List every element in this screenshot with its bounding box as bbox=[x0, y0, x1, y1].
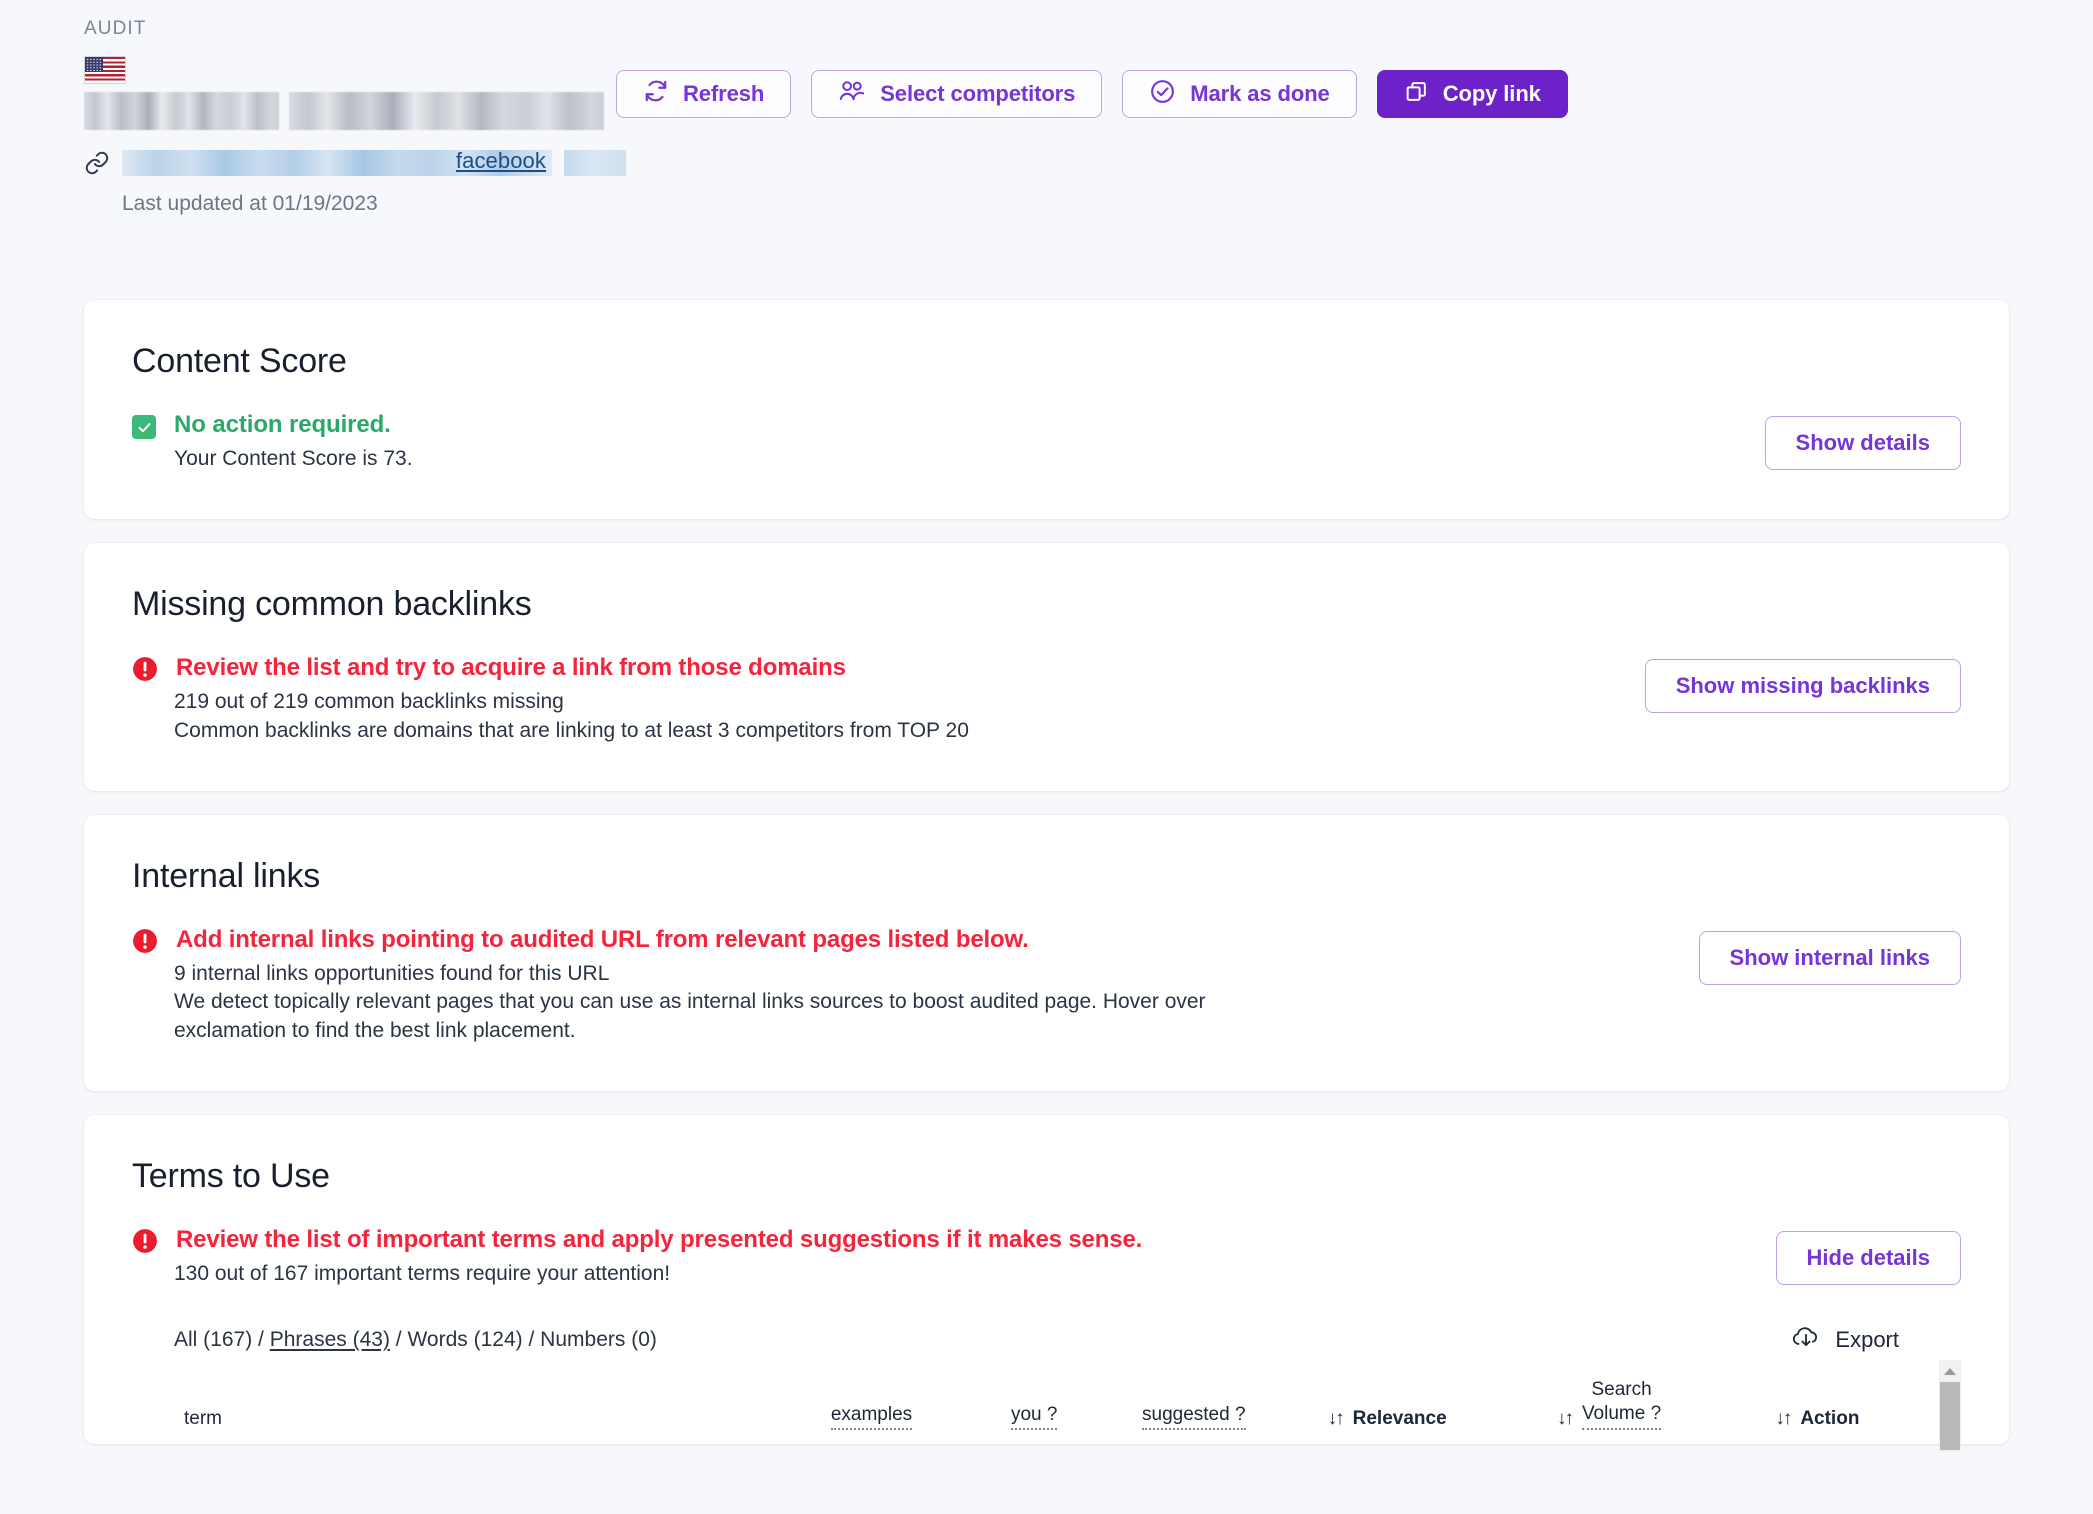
internal-links-title: Internal links bbox=[132, 857, 321, 896]
show-internal-links-button[interactable]: Show internal links bbox=[1698, 931, 1961, 986]
last-updated-text: Last updated at 01/19/2023 bbox=[122, 192, 378, 215]
th-examples-label[interactable]: examples bbox=[830, 1404, 913, 1430]
alert-circle-icon bbox=[132, 656, 158, 682]
th-you[interactable]: you ? bbox=[1010, 1378, 1142, 1444]
check-circle-icon bbox=[1149, 78, 1176, 111]
th-search-volume-label[interactable]: Search Volume ? bbox=[1581, 1378, 1662, 1430]
hide-details-button[interactable]: Hide details bbox=[1775, 1231, 1961, 1286]
terms-table-scrollbar[interactable] bbox=[1939, 1360, 1961, 1453]
filter-sep-3: / bbox=[528, 1328, 535, 1352]
terms-to-use-detail-1: 130 out of 167 important terms require y… bbox=[174, 1262, 671, 1286]
terms-to-use-title: Terms to Use bbox=[132, 1157, 330, 1196]
filter-all[interactable]: All (167) bbox=[174, 1328, 252, 1351]
terms-table: term examples you ? suggested ? ↓↑ Relev… bbox=[132, 1378, 1961, 1444]
mark-as-done-button[interactable]: Mark as done bbox=[1122, 70, 1357, 118]
th-search-volume-line1: Search bbox=[1591, 1379, 1652, 1401]
filter-numbers[interactable]: Numbers (0) bbox=[540, 1328, 657, 1351]
refresh-icon bbox=[643, 78, 669, 110]
select-competitors-button[interactable]: Select competitors bbox=[811, 70, 1103, 118]
th-examples[interactable]: examples bbox=[830, 1378, 1011, 1444]
terms-to-use-headline: Review the list of important terms and a… bbox=[176, 1226, 1143, 1254]
copy-link-button[interactable]: Copy link bbox=[1376, 70, 1568, 118]
audited-url-row[interactable]: facebook bbox=[84, 148, 2093, 176]
terms-table-header-row: term examples you ? suggested ? ↓↑ Relev… bbox=[132, 1378, 1961, 1444]
copy-icon bbox=[1404, 79, 1429, 110]
terms-to-use-action: Hide details bbox=[1775, 1231, 1961, 1286]
sort-arrows-icon[interactable]: ↓↑ bbox=[1775, 1408, 1792, 1430]
header-actions: Refresh Select competitors Mark as done … bbox=[616, 70, 1568, 118]
page-header: AUDIT facebook Last updated at 01/19/202… bbox=[0, 0, 2093, 300]
th-suggested-label[interactable]: suggested ? bbox=[1142, 1404, 1246, 1430]
sort-arrows-icon[interactable]: ↓↑ bbox=[1328, 1408, 1345, 1430]
show-missing-backlinks-button[interactable]: Show missing backlinks bbox=[1644, 659, 1961, 714]
th-action[interactable]: ↓↑ Action bbox=[1775, 1378, 1961, 1444]
missing-backlinks-action: Show missing backlinks bbox=[1644, 659, 1961, 714]
section-label: AUDIT bbox=[84, 18, 147, 39]
internal-links-action: Show internal links bbox=[1698, 931, 1961, 986]
audited-url-link[interactable]: facebook bbox=[122, 148, 552, 176]
th-relevance-label[interactable]: Relevance bbox=[1353, 1408, 1447, 1430]
content-score-title: Content Score bbox=[132, 342, 347, 380]
internal-links-detail-2: We detect topically relevant pages that … bbox=[174, 990, 1206, 1042]
internal-links-detail-1: 9 internal links opportunities found for… bbox=[174, 962, 610, 986]
terms-to-use-status: Review the list of important terms and a… bbox=[132, 1226, 1961, 1288]
content-score-card: Content Score No action required. Your C… bbox=[84, 300, 2009, 520]
missing-backlinks-detail-2: Common backlinks are domains that are li… bbox=[174, 718, 969, 742]
th-term: term bbox=[132, 1378, 831, 1444]
alert-circle-icon bbox=[132, 928, 158, 954]
users-icon bbox=[838, 78, 866, 110]
terms-filters: All (167) / Phrases (43) / Words (124) /… bbox=[174, 1328, 657, 1352]
missing-backlinks-card: Missing common backlinks Review the list… bbox=[84, 543, 2009, 792]
th-search-volume[interactable]: ↓↑ Search Volume ? bbox=[1557, 1378, 1775, 1444]
site-link-text[interactable]: facebook bbox=[456, 148, 546, 174]
select-competitors-label: Select competitors bbox=[880, 81, 1076, 106]
content-score-detail: Your Content Score is 73. bbox=[174, 447, 413, 470]
link-icon bbox=[84, 150, 110, 176]
alert-circle-icon bbox=[132, 1228, 158, 1254]
filter-words[interactable]: Words (124) bbox=[407, 1328, 522, 1351]
check-square-icon bbox=[132, 415, 156, 439]
us-flag-icon bbox=[84, 56, 126, 84]
internal-links-headline: Add internal links pointing to audited U… bbox=[176, 926, 1029, 954]
content-score-headline: No action required. bbox=[174, 411, 391, 438]
triangle-up-icon[interactable] bbox=[1939, 1360, 1961, 1383]
refresh-button[interactable]: Refresh bbox=[616, 70, 792, 118]
cards-container: Content Score No action required. Your C… bbox=[0, 300, 2093, 1453]
content-score-status: No action required. Your Content Score i… bbox=[132, 411, 1961, 473]
mark-as-done-label: Mark as done bbox=[1190, 81, 1330, 106]
export-button[interactable]: Export bbox=[1791, 1324, 1961, 1356]
missing-backlinks-headline: Review the list and try to acquire a lin… bbox=[176, 654, 846, 682]
sort-arrows-icon[interactable]: ↓↑ bbox=[1557, 1408, 1574, 1430]
missing-backlinks-title: Missing common backlinks bbox=[132, 585, 532, 624]
refresh-label: Refresh bbox=[683, 81, 765, 106]
filter-sep-2: / bbox=[395, 1328, 402, 1352]
th-action-label[interactable]: Action bbox=[1800, 1408, 1859, 1430]
audited-url-redacted-tail bbox=[564, 150, 626, 176]
audit-title-redacted bbox=[84, 92, 604, 130]
internal-links-card: Internal links Add internal links pointi… bbox=[84, 815, 2009, 1092]
content-score-action: Show details bbox=[1764, 416, 1961, 470]
th-term-label: term bbox=[184, 1407, 222, 1429]
cloud-download-icon bbox=[1791, 1324, 1821, 1356]
terms-filter-row: All (167) / Phrases (43) / Words (124) /… bbox=[132, 1324, 1961, 1356]
terms-table-wrap: term examples you ? suggested ? ↓↑ Relev… bbox=[132, 1360, 1961, 1453]
export-label: Export bbox=[1835, 1327, 1899, 1353]
audit-page: AUDIT facebook Last updated at 01/19/202… bbox=[0, 0, 2093, 1514]
th-search-volume-line2: Volume ? bbox=[1581, 1403, 1662, 1425]
th-suggested[interactable]: suggested ? bbox=[1142, 1378, 1328, 1444]
terms-to-use-card: Terms to Use Review the list of importan… bbox=[84, 1115, 2009, 1453]
filter-phrases[interactable]: Phrases (43) bbox=[270, 1328, 390, 1351]
show-details-button[interactable]: Show details bbox=[1764, 416, 1961, 470]
scrollbar-thumb[interactable] bbox=[1940, 1382, 1960, 1451]
copy-link-label: Copy link bbox=[1442, 81, 1541, 106]
filter-sep-1: / bbox=[258, 1328, 264, 1352]
internal-links-status: Add internal links pointing to audited U… bbox=[132, 926, 1961, 1045]
th-relevance[interactable]: ↓↑ Relevance bbox=[1328, 1378, 1557, 1444]
th-you-label[interactable]: you ? bbox=[1010, 1404, 1058, 1430]
